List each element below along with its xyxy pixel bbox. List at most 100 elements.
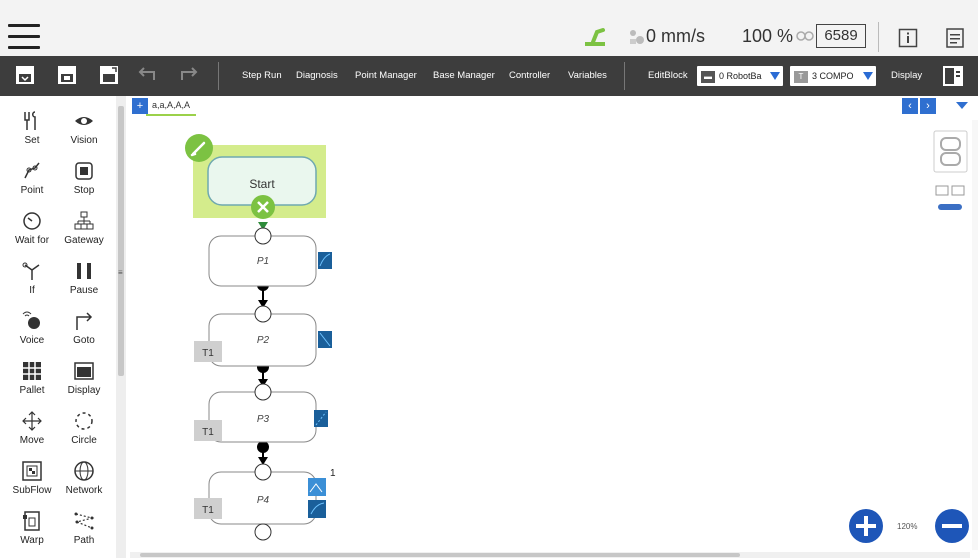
- pause-icon: [77, 263, 91, 279]
- subflow-icon: [22, 461, 42, 481]
- panel-toggle-icon[interactable]: [942, 65, 964, 87]
- tab-next-button[interactable]: ›: [920, 98, 936, 114]
- palette-subflow[interactable]: SubFlow: [8, 454, 56, 504]
- palette-scroll-thumb[interactable]: [118, 106, 124, 376]
- tool-tag-label: T1: [202, 505, 214, 516]
- palette-label: Stop: [73, 185, 95, 196]
- point-manager-button[interactable]: Point Manager: [355, 70, 417, 81]
- palette-display[interactable]: Display: [60, 354, 108, 404]
- variables-button[interactable]: Variables: [568, 70, 607, 81]
- node-label: P1: [257, 256, 269, 267]
- flow-tab-strip: [126, 96, 978, 120]
- node-input-port: [254, 463, 272, 481]
- controller-button[interactable]: Controller: [509, 70, 550, 81]
- palette-label: Path: [73, 535, 95, 546]
- view-options-icon[interactable]: [935, 185, 965, 210]
- circle-icon: [75, 412, 93, 430]
- undo-icon[interactable]: [138, 64, 160, 86]
- palette-label: Display: [67, 385, 101, 396]
- display-button[interactable]: Display: [891, 70, 922, 81]
- zoom-level: 120%: [897, 522, 918, 531]
- canvas-vscrollbar[interactable]: [972, 120, 978, 550]
- move-icon: [22, 411, 42, 431]
- palette-wait-for[interactable]: Wait for: [8, 204, 56, 254]
- node-label: P4: [257, 495, 270, 506]
- tool-badge: T: [794, 70, 808, 83]
- node-label: P3: [257, 414, 270, 425]
- palette-label: Goto: [73, 335, 95, 346]
- link-icon: [796, 31, 814, 41]
- flow-canvas[interactable]: Start P1 P2 T1 P3 T1 P4 T1 1: [126, 120, 978, 558]
- chevron-down-icon[interactable]: [956, 102, 968, 110]
- palette-warp[interactable]: Warp: [8, 504, 56, 554]
- step-run-button[interactable]: Step Run: [242, 70, 282, 81]
- speed-percent: 100 %: [742, 26, 794, 46]
- diagnosis-button[interactable]: Diagnosis: [296, 70, 338, 81]
- palette-label: Network: [65, 485, 103, 496]
- palette-label: Move: [19, 435, 45, 446]
- palette-label: If: [29, 285, 35, 296]
- palette-if[interactable]: If: [8, 254, 56, 304]
- open-flow-icon[interactable]: [56, 64, 78, 86]
- palette-point[interactable]: Point: [8, 154, 56, 204]
- point-badge: 1: [330, 468, 336, 479]
- palette-network[interactable]: Network: [60, 454, 108, 504]
- palette-voice[interactable]: Voice: [8, 304, 56, 354]
- palette-circle[interactable]: Circle: [60, 404, 108, 454]
- resize-grip-icon[interactable]: ≡: [118, 268, 123, 277]
- tab-prev-button[interactable]: ‹: [902, 98, 918, 114]
- palette-gateway[interactable]: Gateway: [60, 204, 108, 254]
- palette-set[interactable]: Set: [8, 104, 56, 154]
- path-icon: [74, 512, 95, 530]
- node-palette: Set Vision Point Stop Wait for Gateway I…: [0, 96, 116, 558]
- save-flow-icon[interactable]: [98, 64, 120, 86]
- base-dropdown[interactable]: ▬ 0 RobotBa: [697, 66, 783, 86]
- stop-icon: [75, 162, 93, 180]
- palette-label: Pause: [69, 285, 99, 296]
- editblock-button[interactable]: EditBlock: [648, 70, 688, 81]
- tool-dropdown[interactable]: T 3 COMPO: [790, 66, 876, 86]
- ip-code-box[interactable]: 6589: [816, 24, 866, 48]
- menu-icon[interactable]: [8, 24, 40, 50]
- palette-move[interactable]: Move: [8, 404, 56, 454]
- palette-path[interactable]: Path: [60, 504, 108, 554]
- palette-stop[interactable]: Stop: [60, 154, 108, 204]
- network-icon: [74, 461, 94, 481]
- canvas-hscroll-thumb[interactable]: [140, 553, 740, 557]
- point-icon: [24, 162, 40, 179]
- palette-label: Set: [24, 135, 40, 146]
- notes-icon[interactable]: [946, 28, 964, 48]
- palette-label: Wait for: [14, 235, 50, 246]
- palette-pallet[interactable]: Pallet: [8, 354, 56, 404]
- wait-for-icon: [23, 212, 41, 230]
- base-dropdown-value: 0 RobotBa: [719, 71, 762, 81]
- palette-label: Point: [20, 185, 44, 196]
- robot-arm-icon: [585, 28, 605, 46]
- palette-goto[interactable]: Goto: [60, 304, 108, 354]
- pallet-icon: [23, 362, 41, 380]
- new-flow-icon[interactable]: [14, 64, 36, 86]
- speed-value: 0 mm/s: [646, 26, 706, 46]
- status-bar: 0 mm/s 100 % 6589: [0, 0, 978, 56]
- if-icon: [22, 262, 40, 280]
- warp-icon: [23, 511, 40, 531]
- node-output-port: [254, 523, 272, 541]
- palette-label: Warp: [20, 535, 44, 546]
- palette-label: Gateway: [64, 235, 104, 246]
- start-label: Start: [249, 177, 275, 191]
- set-icon: [24, 111, 36, 130]
- palette-vision[interactable]: Vision: [60, 104, 108, 154]
- vision-point-icon[interactable]: [308, 478, 326, 496]
- chevron-down-icon: [863, 72, 873, 80]
- speed-icon: [630, 30, 644, 44]
- redo-icon[interactable]: [176, 64, 198, 86]
- tool-tag-label: T1: [202, 348, 214, 359]
- palette-pause[interactable]: Pause: [60, 254, 108, 304]
- flow-tab[interactable]: a,a,A,A,A: [146, 96, 197, 116]
- chevron-down-icon: [770, 72, 780, 80]
- base-manager-button[interactable]: Base Manager: [433, 70, 495, 81]
- node-label: P2: [257, 335, 270, 346]
- node-input-port: [254, 305, 272, 323]
- base-icon: ▬: [701, 70, 715, 83]
- info-icon[interactable]: [898, 28, 918, 48]
